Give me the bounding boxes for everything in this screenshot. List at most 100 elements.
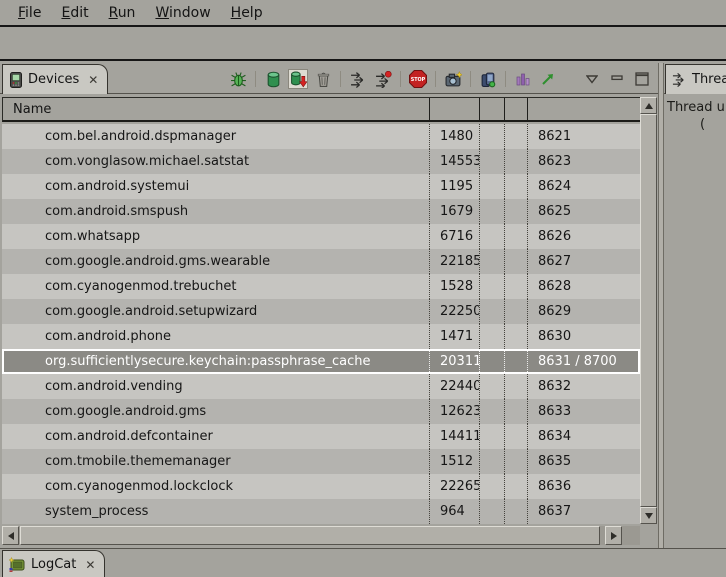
process-heap-cell — [479, 199, 504, 224]
update-heap-icon[interactable] — [263, 69, 283, 89]
scroll-down-icon[interactable] — [640, 507, 657, 524]
process-name: com.google.android.gms.wearable — [2, 249, 429, 274]
update-threads-icon[interactable] — [348, 69, 368, 89]
table-row[interactable]: com.cyanogenmod.trebuchet 1528 8628 — [2, 274, 640, 299]
devices-view: Devices ✕ — [0, 63, 658, 548]
column-header-pid[interactable] — [429, 98, 479, 120]
table-row[interactable]: com.android.vending 22440 8632 — [2, 374, 640, 399]
process-heap-cell — [479, 274, 504, 299]
screen-record-icon[interactable] — [478, 69, 498, 89]
scroll-up-icon[interactable] — [640, 97, 657, 114]
tab-threads[interactable]: Threads — [665, 64, 726, 94]
maximize-icon[interactable] — [632, 69, 652, 89]
screen-capture-camera-icon[interactable] — [443, 69, 463, 89]
close-icon[interactable]: ✕ — [85, 558, 95, 572]
threads-message: Thread up ( — [667, 99, 726, 133]
process-pid: 1195 — [429, 174, 479, 199]
process-port: 8621 — [527, 124, 640, 149]
process-threads-cell — [504, 349, 527, 374]
menu-window[interactable]: Window — [145, 3, 220, 23]
scroll-left-icon[interactable] — [2, 526, 19, 545]
table-row[interactable]: com.google.android.gms 12623 8633 — [2, 399, 640, 424]
process-port: 8625 — [527, 199, 640, 224]
process-port: 8632 — [527, 374, 640, 399]
process-port: 8623 — [527, 149, 640, 174]
process-pid: 22250 — [429, 299, 479, 324]
table-row[interactable]: com.google.android.setupwizard 22250 862… — [2, 299, 640, 324]
tab-devices[interactable]: Devices ✕ — [2, 64, 108, 94]
toolbar-separator — [470, 71, 471, 87]
minimize-icon[interactable] — [607, 69, 627, 89]
process-port: 8628 — [527, 274, 640, 299]
process-heap-cell — [479, 374, 504, 399]
process-name: org.sufficientlysecure.keychain:passphra… — [2, 349, 429, 374]
process-name: com.tmobile.thememanager — [2, 449, 429, 474]
process-heap-cell — [479, 224, 504, 249]
tab-logcat[interactable]: LogCat ✕ — [2, 550, 105, 577]
system-info-bars-icon[interactable] — [513, 69, 533, 89]
process-threads-cell — [504, 374, 527, 399]
scroll-right-icon[interactable] — [605, 526, 622, 545]
table-row[interactable]: system_process 964 8637 — [2, 499, 640, 524]
table-row[interactable]: com.bel.android.dspmanager 1480 8621 — [2, 124, 640, 149]
process-name: com.whatsapp — [2, 224, 429, 249]
table-row[interactable]: com.android.phone 1471 8630 — [2, 324, 640, 349]
table-header: Name — [2, 97, 640, 122]
threads-message-line2: ( — [700, 116, 726, 133]
process-name: com.cyanogenmod.trebuchet — [2, 274, 429, 299]
menu-run[interactable]: Run — [99, 3, 146, 23]
process-heap-cell — [479, 124, 504, 149]
table-row[interactable]: com.whatsapp 6716 8626 — [2, 224, 640, 249]
vertical-scrollbar[interactable] — [640, 97, 657, 524]
column-header-threads[interactable] — [504, 98, 527, 120]
process-threads-cell — [504, 124, 527, 149]
stop-process-icon[interactable]: STOP — [408, 69, 428, 89]
process-threads-cell — [504, 299, 527, 324]
threads-icon — [672, 72, 687, 87]
forward-arrow-icon[interactable] — [538, 69, 558, 89]
device-phone-icon — [10, 72, 22, 88]
process-pid: 14411 — [429, 424, 479, 449]
table-row[interactable]: com.tmobile.thememanager 1512 8635 — [2, 449, 640, 474]
process-heap-cell — [479, 474, 504, 499]
process-name: com.android.vending — [2, 374, 429, 399]
table-row[interactable]: org.sufficientlysecure.keychain:passphra… — [2, 349, 640, 374]
method-profiling-icon[interactable] — [373, 69, 393, 89]
menu-file[interactable]: File — [8, 3, 51, 23]
process-heap-cell — [479, 249, 504, 274]
horizontal-scrollbar-thumb[interactable] — [20, 526, 600, 545]
process-threads-cell — [504, 249, 527, 274]
horizontal-scrollbar[interactable] — [2, 526, 640, 545]
toolbar-separator — [435, 71, 436, 87]
table-row[interactable]: com.android.systemui 1195 8624 — [2, 174, 640, 199]
table-row[interactable]: com.cyanogenmod.lockclock 22265 8636 — [2, 474, 640, 499]
process-pid: 12623 — [429, 399, 479, 424]
table-row[interactable]: com.vonglasow.michael.satstat 14553 8623 — [2, 149, 640, 174]
process-heap-cell — [479, 349, 504, 374]
column-header-name[interactable]: Name — [3, 98, 429, 120]
process-name: com.bel.android.dspmanager — [2, 124, 429, 149]
table-row[interactable]: com.android.smspush 1679 8625 — [2, 199, 640, 224]
column-header-port[interactable] — [527, 98, 640, 120]
process-pid: 22265 — [429, 474, 479, 499]
menu-help[interactable]: Help — [221, 3, 273, 23]
table-row[interactable]: com.android.defcontainer 14411 8634 — [2, 424, 640, 449]
debug-bug-icon[interactable] — [228, 69, 248, 89]
process-threads-cell — [504, 274, 527, 299]
cause-gc-trash-icon[interactable] — [313, 69, 333, 89]
process-threads-cell — [504, 399, 527, 424]
process-port: 8637 — [527, 499, 640, 524]
dump-hprof-icon[interactable] — [288, 69, 308, 89]
process-threads-cell — [504, 424, 527, 449]
table-row[interactable]: com.google.android.gms.wearable 22185 86… — [2, 249, 640, 274]
devices-toolbar: STOP — [228, 66, 652, 92]
vertical-scrollbar-thumb[interactable] — [640, 114, 657, 507]
column-header-heap[interactable] — [479, 98, 504, 120]
process-pid: 1679 — [429, 199, 479, 224]
close-icon[interactable]: ✕ — [88, 73, 98, 87]
process-port: 8627 — [527, 249, 640, 274]
process-port: 8634 — [527, 424, 640, 449]
process-heap-cell — [479, 449, 504, 474]
view-menu-icon[interactable] — [582, 69, 602, 89]
menu-edit[interactable]: Edit — [51, 3, 98, 23]
